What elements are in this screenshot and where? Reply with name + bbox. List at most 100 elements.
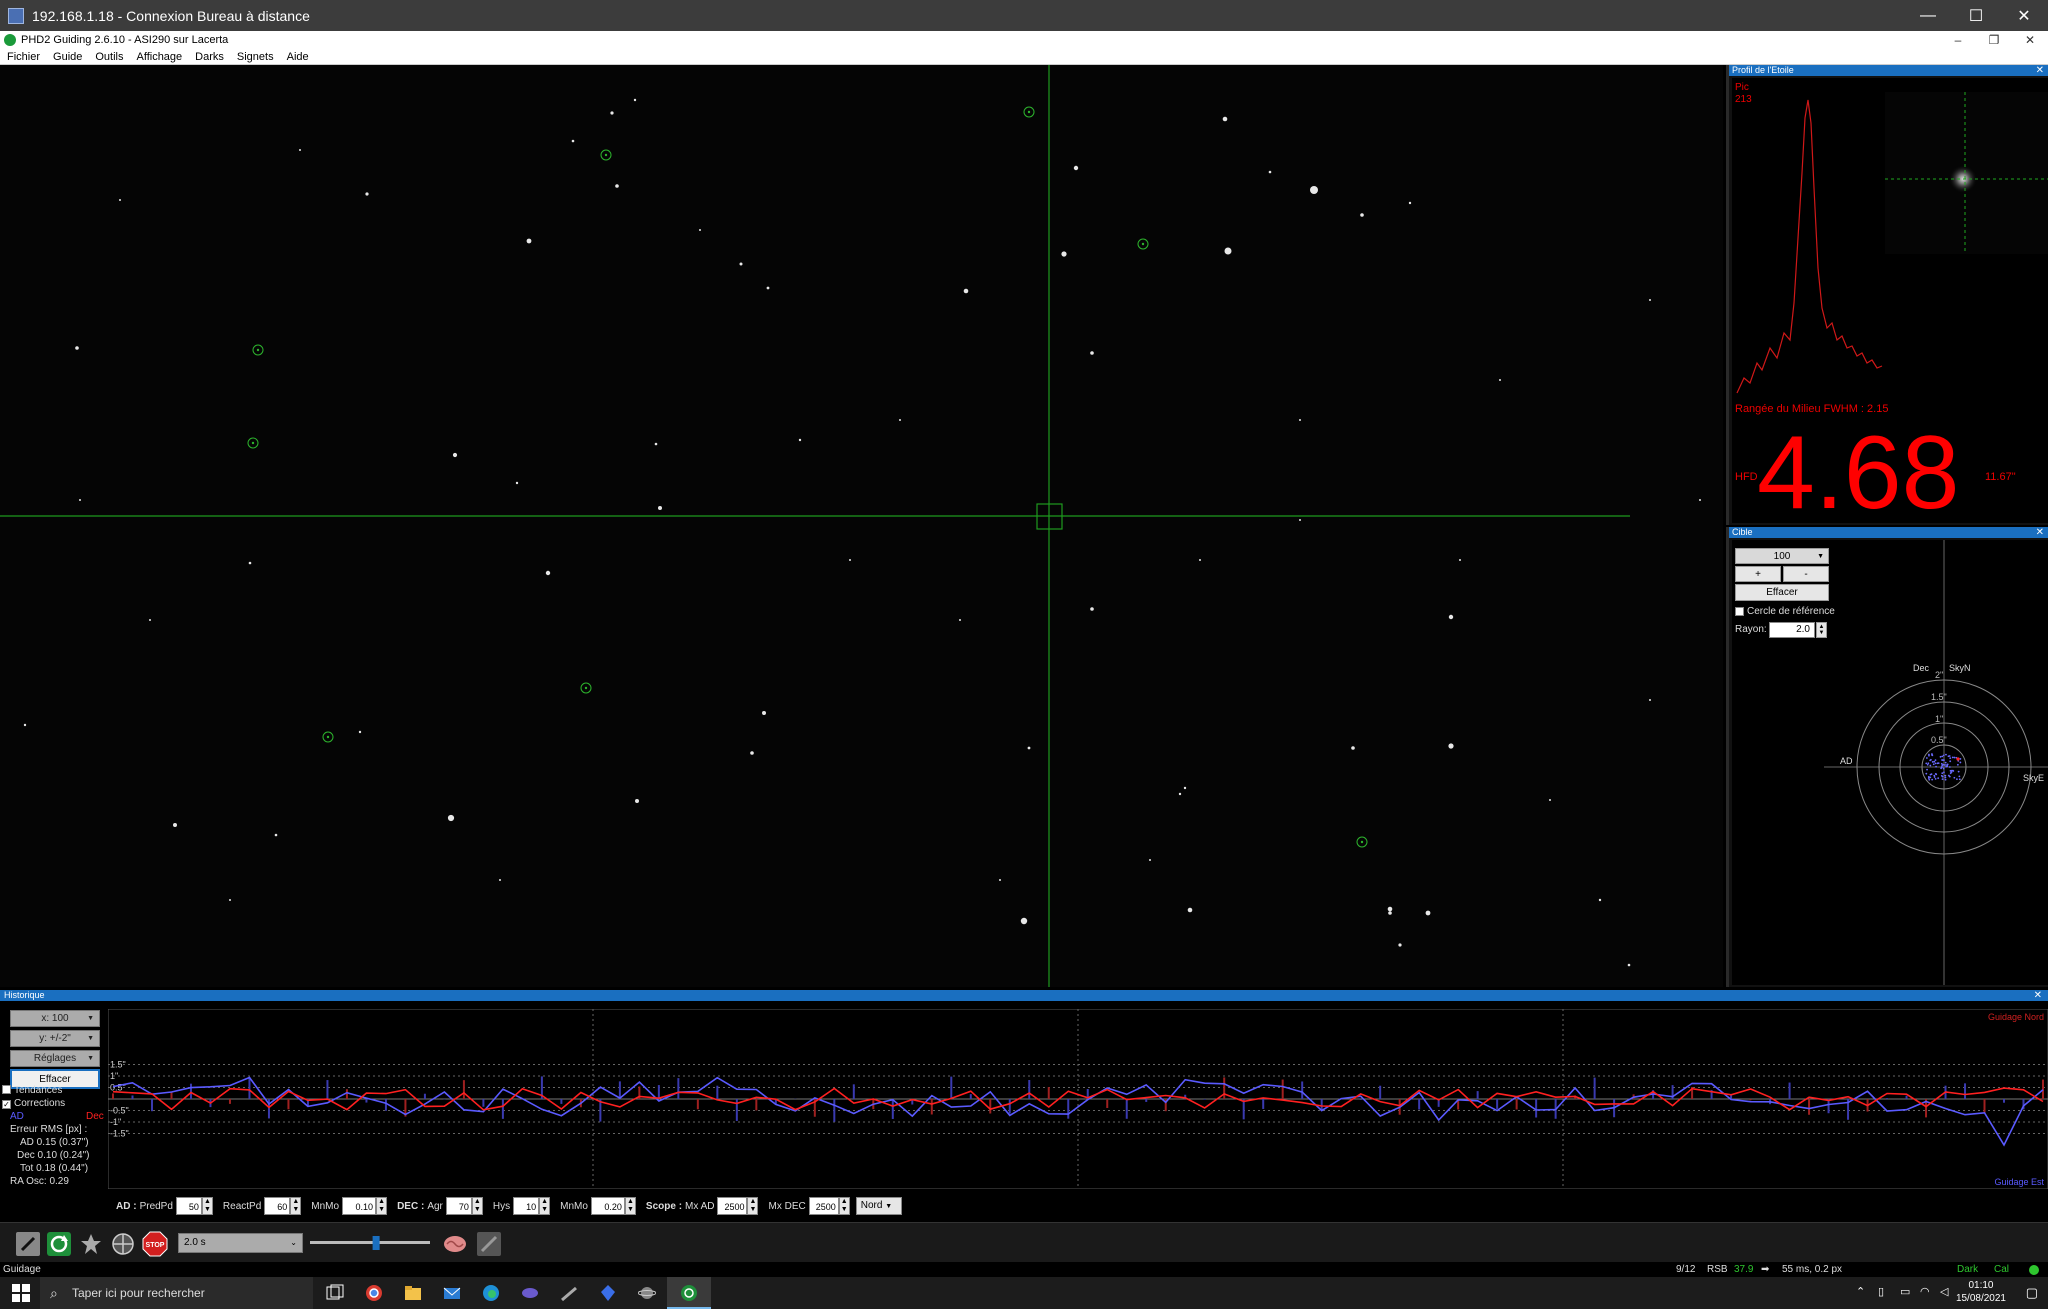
target-point [1929, 764, 1932, 767]
target-clear-button[interactable]: Effacer [1735, 584, 1829, 601]
status-bar: Guidage 9/12 RSB 37.9 ➡ 55 ms, 0.2 px Da… [0, 1262, 2048, 1277]
star [635, 799, 639, 803]
app-restore-button[interactable]: ❐ [1976, 31, 2012, 49]
target-point [1940, 762, 1943, 765]
tools-icon [477, 1232, 501, 1256]
guide-button[interactable] [109, 1230, 137, 1258]
dec-mnmo-input[interactable]: 0.20 ▲ ▼ [590, 1197, 636, 1215]
chrome-icon[interactable] [365, 1284, 383, 1302]
hys-input[interactable]: 10 ▲ ▼ [513, 1197, 551, 1215]
agr-input[interactable]: 70 ▲ ▼ [445, 1197, 483, 1215]
history-y-scale-dropdown[interactable]: y: +/-2" ▼ [10, 1030, 100, 1047]
tray-volume-icon[interactable]: ◁ [1940, 1285, 1948, 1298]
windows-start-icon[interactable] [12, 1284, 30, 1302]
target-point [1944, 778, 1947, 781]
history-close-icon[interactable]: ✕ [2034, 990, 2042, 1001]
target-point [1948, 766, 1951, 768]
dec-legend: Dec [86, 1111, 104, 1122]
connect-gear-button[interactable] [14, 1230, 42, 1258]
candidate-star-dot [604, 153, 608, 157]
brain-icon [444, 1236, 466, 1252]
target-point [1929, 776, 1932, 779]
agr-label: Agr [427, 1200, 443, 1212]
ra-mnmo-input[interactable]: 0.10 ▲ ▼ [342, 1197, 388, 1215]
planet-app-icon[interactable] [638, 1284, 656, 1302]
target-point [1951, 756, 1954, 759]
radius-input[interactable]: 2.0 [1769, 622, 1815, 638]
skye-axis-label: SkyE [2023, 773, 2044, 783]
history-settings-dropdown[interactable]: Réglages ▼ [10, 1050, 100, 1067]
rms-title: Erreur RMS [px] : [10, 1124, 88, 1135]
auto-select-star-button[interactable] [77, 1230, 105, 1258]
star-profile-title: Profil de l'Etoile [1732, 65, 1794, 75]
exposure-dropdown[interactable]: 2.0 s ⌄ [178, 1233, 303, 1253]
target-zoom-in-button[interactable]: + [1735, 566, 1781, 582]
app-minimize-button[interactable]: – [1940, 31, 1976, 49]
ring-label-2: 2" [1935, 670, 1943, 680]
edge-icon[interactable] [482, 1284, 500, 1302]
taskbar-clock[interactable]: 01:10 15/08/2021 [1956, 1279, 2006, 1305]
star-profile-close-icon[interactable]: ✕ [2036, 65, 2044, 76]
target-point [1949, 757, 1952, 760]
rdp-close-button[interactable]: ✕ [2000, 0, 2048, 31]
corrections-checkbox[interactable]: ✓ [2, 1100, 11, 1109]
ra-legend: AD [10, 1111, 24, 1122]
rdp-maximize-button[interactable]: ☐ [1952, 0, 2000, 31]
tray-network-icon[interactable]: ◠ [1920, 1285, 1930, 1298]
camera-frame[interactable] [0, 65, 1723, 987]
loop-button[interactable] [45, 1230, 73, 1258]
history-x-scale-dropdown[interactable]: x: 100 ▼ [10, 1010, 100, 1027]
brain-settings-button[interactable] [441, 1230, 469, 1258]
menu-aide[interactable]: Aide [287, 51, 309, 63]
rdp-minimize-button[interactable]: — [1904, 0, 1952, 31]
star [762, 711, 766, 715]
menu-affichage[interactable]: Affichage [137, 51, 183, 63]
tray-device-icon[interactable]: ▯ [1878, 1285, 1884, 1298]
stop-icon: STOP [142, 1231, 168, 1257]
target-close-icon[interactable]: ✕ [2036, 527, 2044, 538]
star [1073, 165, 1079, 171]
menu-darks[interactable]: Darks [195, 51, 224, 63]
stop-button[interactable]: STOP [141, 1230, 169, 1258]
menu-signets[interactable]: Signets [237, 51, 274, 63]
menu-fichier[interactable]: Fichier [7, 51, 40, 63]
dec-direction-dropdown[interactable]: Nord ▼ [855, 1197, 902, 1215]
target-zoom-out-button[interactable]: - [1783, 566, 1829, 582]
target-zoom-dropdown[interactable]: 100 ▼ [1735, 548, 1829, 564]
trends-checkbox[interactable] [2, 1085, 11, 1094]
tray-battery-icon[interactable]: ▭ [1900, 1285, 1910, 1298]
radius-spinner[interactable]: ▲ ▼ [1816, 622, 1827, 638]
target-title-bar: Cible ✕ [1729, 527, 2048, 538]
target-point [1941, 778, 1944, 781]
crystal-app-icon[interactable] [599, 1284, 617, 1302]
mxad-input[interactable]: 2500 ▲ ▼ [717, 1197, 759, 1215]
app-close-button[interactable]: ✕ [2012, 31, 2048, 49]
notification-icon[interactable]: ▢ [2026, 1285, 2038, 1301]
task-view-icon[interactable] [326, 1284, 344, 1302]
gamma-slider[interactable] [310, 1233, 430, 1253]
star [1187, 907, 1193, 913]
mail-icon[interactable] [443, 1284, 461, 1302]
main-toolbar: STOP 2.0 s ⌄ [0, 1222, 2048, 1262]
tray-chevron-icon[interactable]: ⌃ [1856, 1285, 1865, 1298]
phd2-taskbar-button[interactable] [667, 1277, 711, 1309]
ring-label-1: 1" [1935, 714, 1943, 724]
astro-app-icon[interactable] [521, 1284, 539, 1302]
star-profile-panel: Profil de l'Etoile ✕ Pic 213 Rangée du M… [1726, 65, 2048, 528]
mxdec-input[interactable]: 2500 ▲ ▼ [808, 1197, 850, 1215]
file-explorer-icon[interactable] [404, 1284, 422, 1302]
reference-circle-checkbox[interactable] [1735, 607, 1744, 616]
star [1090, 607, 1094, 611]
radius-label: Rayon: [1735, 624, 1767, 635]
reference-circle-label: Cercle de référence [1747, 606, 1835, 617]
predpd-input[interactable]: 50 ▲ ▼ [175, 1197, 213, 1215]
target-point [1936, 762, 1939, 765]
rms-tot: Tot 0.18 (0.44") [20, 1163, 89, 1174]
menu-guide[interactable]: Guide [53, 51, 82, 63]
advanced-tools-button[interactable] [475, 1230, 503, 1258]
reactpd-input[interactable]: 60 ▲ ▼ [264, 1197, 302, 1215]
taskbar-search-input[interactable]: ⌕ Taper ici pour rechercher [40, 1277, 313, 1309]
target-point [1939, 755, 1942, 758]
menu-outils[interactable]: Outils [95, 51, 123, 63]
telescope-app-icon[interactable] [560, 1284, 578, 1302]
